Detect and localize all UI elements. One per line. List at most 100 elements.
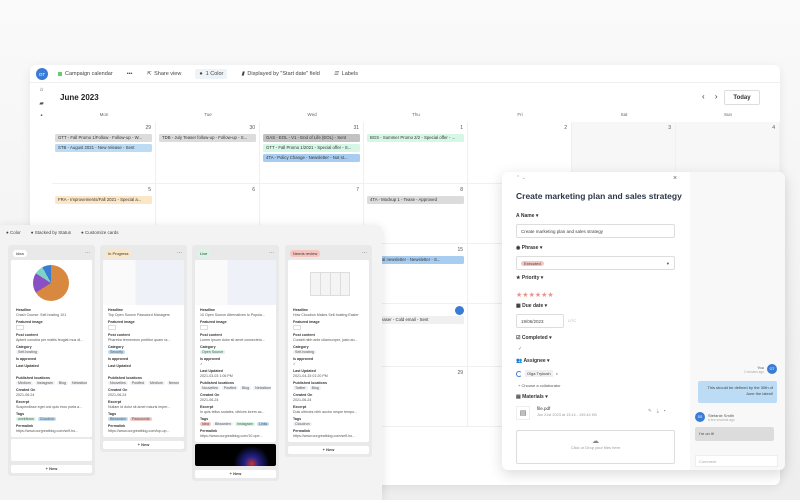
calendar-event[interactable]: BGS - Summer Promo 2/2 - Special offer -… xyxy=(367,134,464,142)
file-dropzone[interactable]: ☁ Click or Drop your files here xyxy=(516,430,675,464)
timezone-label: UTC xyxy=(568,318,577,323)
assignee-chip[interactable]: Olga Trykush × xyxy=(516,370,558,377)
priority-rating[interactable]: ★★★★★★ xyxy=(516,284,554,302)
month-nav-buttons[interactable]: ‹ › xyxy=(702,92,722,101)
field-label: Published locations xyxy=(293,381,327,385)
kanban-card[interactable]: Headline Crash Course: Self-hosting 101 Fe… xyxy=(11,260,92,437)
card-locations: Twitter Blog xyxy=(293,386,364,390)
category-tag: Self-hosting xyxy=(16,350,39,354)
column-menu-icon[interactable]: ⋯ xyxy=(85,250,90,256)
calendar-event[interactable]: FRA - Improvements/Fall 2021 - Special a… xyxy=(55,196,152,204)
home-icon[interactable]: ⌂ xyxy=(38,87,45,94)
card-created: 2021-06-24 xyxy=(200,398,219,402)
displayed-by-button[interactable]: ▮ Displayed by "Start date" field xyxy=(241,71,319,77)
location-tag: Postfed xyxy=(129,381,146,385)
card-tags: Cloudron xyxy=(293,422,364,426)
card-tags: workflows Cloudron xyxy=(16,417,87,421)
share-view-button[interactable]: ⇱ Share view xyxy=(146,71,181,77)
day-cell[interactable]: 1 BGS - Summer Promo 2/2 - Special offer … xyxy=(364,122,468,184)
kanban-card[interactable]: Headline Top Open Source Password Manager… xyxy=(103,260,184,437)
file-actions[interactable]: ✎⤓▪ xyxy=(648,408,670,414)
download-icon[interactable]: ⤓ xyxy=(657,408,664,413)
calendar-event[interactable]: GTT - Fall Promo 1/Follow - Follow-up - … xyxy=(55,134,152,142)
new-card-button[interactable]: + New xyxy=(195,470,276,478)
edit-icon[interactable]: ✎ xyxy=(648,408,657,413)
new-card-button[interactable]: + New xyxy=(103,441,184,449)
calendar-event[interactable]: GTT - Fall Promo 1/2021 - Special offer … xyxy=(263,144,360,152)
column-menu-icon[interactable]: ⋯ xyxy=(269,250,274,256)
kanban-toolbar-button[interactable]: ● Customize cards xyxy=(81,230,118,235)
list-icon: ☰ xyxy=(333,70,339,77)
day-number: 15 xyxy=(457,247,463,253)
card-last-updated xyxy=(108,369,179,373)
field-label: Category xyxy=(293,345,309,349)
location-tag: Blog xyxy=(239,386,252,390)
card-post-content: Lorem ipsum dolor sit amet consectetu... xyxy=(200,338,265,342)
color-button[interactable]: ● 1 Color xyxy=(195,68,228,79)
kanban-card[interactable]: Headline 10 Open Source Alternatives to P… xyxy=(195,260,276,442)
field-label: Is approved xyxy=(293,357,314,361)
record-detail-panel: ⌃ ⌄ × Create marketing plan and sales st… xyxy=(502,172,785,470)
choose-collaborator-link[interactable]: + Choose a collaborator xyxy=(518,383,561,388)
day-cell[interactable]: 31 GAS - EOL - V1 - End of Life (EOL) - S… xyxy=(260,122,364,184)
category-tag: Open Source xyxy=(200,350,226,354)
view-selector[interactable]: Campaign calendar xyxy=(58,71,113,77)
calendar-event[interactable]: 4TA - Mockup 1 - Tease - Approved xyxy=(367,196,464,204)
kanban-toolbar-button[interactable]: ● Stacked by Status xyxy=(31,230,71,235)
due-date-field-label: ▦ Due date ▾ xyxy=(516,303,548,309)
comment-input[interactable]: Comment xyxy=(695,455,778,467)
card-last-updated: 2021-03-03 1:06 PM xyxy=(200,374,233,378)
location-tag: Blog xyxy=(56,381,68,385)
new-card-button[interactable]: + New xyxy=(11,465,92,473)
completed-checkbox[interactable]: ✓ xyxy=(518,346,522,352)
record-nav-arrows[interactable]: ⌃ ⌄ xyxy=(516,175,526,181)
location-tag: Newsnet xyxy=(166,381,179,385)
calendar-event[interactable]: STB - August 2021 - New release - Sent xyxy=(55,144,152,152)
field-label: Post content xyxy=(200,333,222,337)
file-name[interactable]: file.pdf xyxy=(537,406,550,411)
delete-icon[interactable]: ▪ xyxy=(664,408,671,413)
card-excerpt: In quis tellus sodales, ultrices lorem a… xyxy=(200,410,265,414)
folder-icon[interactable]: ▰ xyxy=(38,100,45,107)
more-button[interactable]: ••• xyxy=(127,71,133,77)
weekday-header: Sat xyxy=(620,112,628,117)
kanban-toolbar-button[interactable]: ● Color xyxy=(6,230,21,235)
day-number: 29 xyxy=(457,370,463,376)
day-cell[interactable]: 29 GTT - Fall Promo 1/Follow - Follow-up … xyxy=(52,122,156,184)
calendar-event[interactable]: GAS - EOL - V1 - End of Life (EOL) - Sen… xyxy=(263,134,360,142)
card-category: Open Source xyxy=(200,350,271,354)
today-button[interactable]: Today xyxy=(724,90,760,105)
field-label: Featured image xyxy=(108,320,135,324)
trash-icon[interactable]: ▪ xyxy=(38,113,45,120)
new-card-button[interactable]: + New xyxy=(288,446,369,454)
card-headline: Crash Course: Self-hosting 101 xyxy=(16,313,67,317)
star-icon[interactable]: ★ xyxy=(547,292,553,299)
calendar-event[interactable]: 4TA - Policy Change - Newsletter - Not s… xyxy=(263,154,360,162)
card-category: Self-hosting xyxy=(293,350,364,354)
due-date-input[interactable]: 19/06/2023 xyxy=(516,314,564,328)
comment-bubble: I'm on it! xyxy=(695,427,774,441)
user-avatar[interactable]: OT xyxy=(36,68,48,80)
column-menu-icon[interactable]: ⋯ xyxy=(362,250,367,256)
day-cell[interactable]: 30 TDB - July Teaser follow-up - Follow-u… xyxy=(156,122,260,184)
kanban-card[interactable]: Headline How Cloudron Makes Self-hosting … xyxy=(288,260,369,442)
kanban-card[interactable] xyxy=(195,444,276,466)
field-label: Permalink xyxy=(108,424,126,428)
column-menu-icon[interactable]: ⋯ xyxy=(177,250,182,256)
file-meta: Jun 21st 2023 at 13:14 - 139.44 KB xyxy=(537,413,597,417)
name-input[interactable]: Create marketing plan and sales strategy xyxy=(516,224,675,238)
phase-select[interactable]: Executed ▾ xyxy=(516,256,675,270)
close-icon[interactable]: × xyxy=(673,175,677,182)
field-label: Created On xyxy=(16,388,36,392)
location-tag: Postfed xyxy=(221,386,238,390)
calendar-event[interactable]: TDB - July Teaser follow-up - Follow-up … xyxy=(159,134,256,142)
field-label: Is approved xyxy=(16,357,37,361)
priority-field-label: ★ Priority ▾ xyxy=(516,275,544,281)
kanban-card[interactable] xyxy=(11,439,92,461)
field-label: Tags xyxy=(16,412,25,416)
day-number: 3 xyxy=(668,125,671,131)
field-label: Post content xyxy=(293,333,315,337)
field-label: Tags xyxy=(200,417,209,421)
card-locations: NouvellesPostfedMediumNewsnet xyxy=(108,381,179,385)
labels-button[interactable]: ☰ Labels xyxy=(334,71,358,77)
